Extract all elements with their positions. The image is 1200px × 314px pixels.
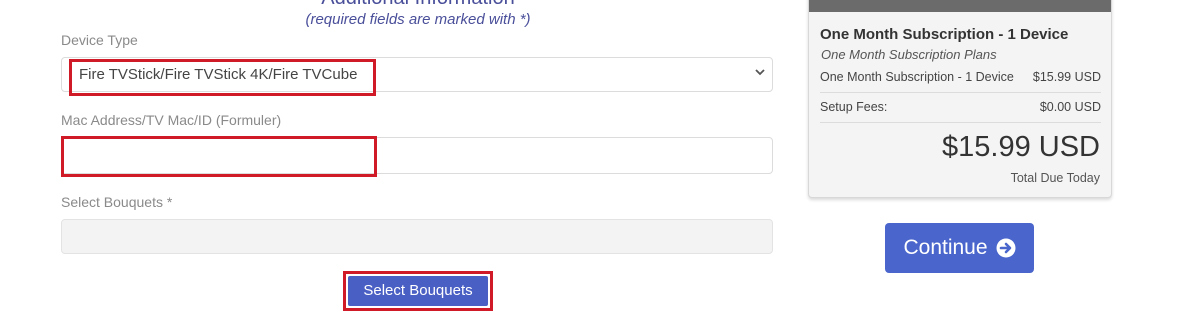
device-type-selected-value: Fire TVStick/Fire TVStick 4K/Fire TVCube [79, 66, 358, 83]
select-bouquets-button[interactable]: Select Bouquets [348, 276, 488, 306]
line-item-amount: $15.99 USD [1032, 70, 1101, 84]
bouquets-field[interactable] [61, 219, 773, 254]
mac-address-input[interactable] [61, 137, 773, 174]
chevron-down-icon [754, 66, 766, 81]
required-fields-note: (required fields are marked with *) [305, 11, 531, 28]
mac-address-label: Mac Address/TV Mac/ID (Formuler) [61, 112, 282, 128]
bouquets-label: Select Bouquets * [61, 194, 173, 210]
line-item-row: One Month Subscription - 1 Device $15.99… [820, 70, 1101, 84]
total-due-label: Total Due Today [1010, 171, 1100, 185]
line-item-label: One Month Subscription - 1 Device [820, 70, 1014, 84]
continue-button-label: Continue [903, 236, 988, 259]
total-amount: $15.99 USD [942, 131, 1100, 163]
arrow-circle-right-icon [996, 238, 1016, 258]
summary-divider [820, 122, 1101, 123]
setup-fees-amount: $0.00 USD [1039, 100, 1101, 114]
product-title: One Month Subscription - 1 Device [820, 26, 1069, 43]
device-type-label: Device Type [61, 32, 138, 48]
order-summary-header-bar [809, 0, 1111, 12]
setup-fees-label: Setup Fees: [820, 100, 888, 114]
continue-button[interactable]: Continue [885, 223, 1034, 273]
section-heading: Additional Information [60, 0, 776, 10]
summary-divider [820, 92, 1101, 93]
product-group: One Month Subscription Plans [821, 47, 997, 62]
device-type-select[interactable]: Fire TVStick/Fire TVStick 4K/Fire TVCube [61, 57, 773, 92]
setup-fees-row: Setup Fees: $0.00 USD [820, 100, 1101, 114]
order-summary-panel: One Month Subscription - 1 Device One Mo… [808, 0, 1112, 198]
